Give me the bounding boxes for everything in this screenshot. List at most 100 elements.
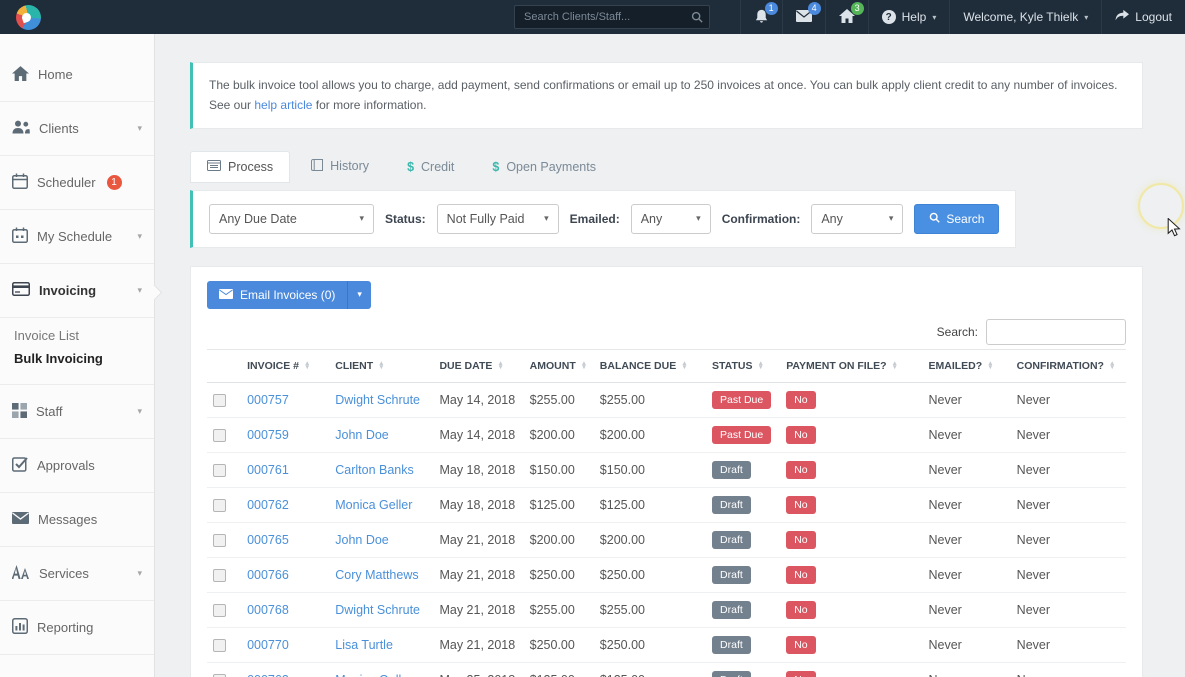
global-search xyxy=(514,5,710,29)
payment-on-file-badge: No xyxy=(786,460,816,479)
row-checkbox[interactable] xyxy=(213,393,226,407)
row-checkbox[interactable] xyxy=(213,428,226,442)
sort-icon[interactable]: ▲ ▼ xyxy=(378,360,384,370)
sidebar-item-home[interactable]: Home xyxy=(0,48,154,102)
row-checkbox[interactable] xyxy=(213,463,226,477)
column-header-confirmation[interactable]: CONFIRMATION? ▲ ▼ xyxy=(1010,349,1126,383)
tab-history[interactable]: History xyxy=(294,150,386,183)
column-header-due-date[interactable]: DUE DATE ▲ ▼ xyxy=(433,349,524,383)
global-search-input[interactable] xyxy=(514,5,710,29)
tab-label: Credit xyxy=(421,159,455,174)
sidebar-item-scheduler[interactable]: Scheduler 1 xyxy=(0,156,154,210)
email-invoices-dropdown-toggle[interactable]: ▾ xyxy=(347,280,371,309)
sidebar-item-invoice-list[interactable]: Invoice List xyxy=(14,324,154,347)
sidebar-item-services[interactable]: Services ▾ xyxy=(0,547,154,601)
sidebar-item-approvals[interactable]: Approvals xyxy=(0,439,154,493)
row-checkbox[interactable] xyxy=(213,568,226,582)
sort-icon[interactable]: ▲ ▼ xyxy=(304,360,310,370)
column-header-label: STATUS xyxy=(712,359,753,372)
help-icon: ? xyxy=(881,10,896,24)
invoice-link[interactable]: 000761 xyxy=(247,463,289,477)
sort-icon[interactable]: ▲ ▼ xyxy=(581,360,587,370)
chevron-down-icon: ▾ xyxy=(888,213,894,224)
client-link[interactable]: John Doe xyxy=(335,533,389,547)
amount-cell: $250.00 xyxy=(523,557,594,593)
row-checkbox[interactable] xyxy=(213,498,226,512)
client-link[interactable]: Dwight Schrute xyxy=(335,603,420,617)
client-link[interactable]: Dwight Schrute xyxy=(335,393,420,407)
column-header-invoice[interactable]: INVOICE # ▲ ▼ xyxy=(241,349,330,383)
column-header-label: BALANCE DUE xyxy=(599,359,677,372)
sort-icon[interactable]: ▲ ▼ xyxy=(892,360,898,370)
sidebar-item-label: Scheduler xyxy=(37,175,96,190)
invoice-link[interactable]: 000770 xyxy=(247,638,289,652)
sidebar-item-staff[interactable]: Staff ▾ xyxy=(0,385,154,439)
app-logo[interactable] xyxy=(16,4,41,30)
sidebar-item-clients[interactable]: Clients ▾ xyxy=(0,102,154,156)
client-link[interactable]: Carlton Banks xyxy=(335,463,414,477)
amount-cell: $255.00 xyxy=(523,592,594,628)
sort-icon[interactable]: ▲ ▼ xyxy=(681,360,687,370)
status-select[interactable]: Not Fully Paid ▾ xyxy=(436,203,559,234)
due-date-selected-value: Any Due Date xyxy=(219,211,297,226)
sort-icon[interactable]: ▲ ▼ xyxy=(757,360,763,370)
sort-icon[interactable]: ▲ ▼ xyxy=(987,360,993,370)
messages-button[interactable]: 4 xyxy=(781,0,825,34)
sidebar-item-reporting[interactable]: Reporting xyxy=(0,601,154,655)
emailed-cell: Never xyxy=(922,382,1011,418)
sort-icon[interactable]: ▲ ▼ xyxy=(1109,360,1115,370)
invoice-link[interactable]: 000759 xyxy=(247,428,289,442)
column-header-label: EMAILED? xyxy=(928,359,983,372)
client-link[interactable]: Monica Geller xyxy=(335,498,412,512)
row-checkbox[interactable] xyxy=(213,533,226,547)
column-header-balance-due[interactable]: BALANCE DUE ▲ ▼ xyxy=(593,349,707,383)
column-header-emailed[interactable]: EMAILED? ▲ ▼ xyxy=(922,349,1011,383)
invoice-link[interactable]: 000762 xyxy=(247,498,289,512)
tab-open-payments[interactable]: $ Open Payments xyxy=(475,151,613,183)
due-date-select[interactable]: Any Due Date ▾ xyxy=(209,203,374,234)
invoice-link[interactable]: 000757 xyxy=(247,393,289,407)
sidebar-item-messages[interactable]: Messages xyxy=(0,493,154,547)
sort-icon[interactable]: ▲ ▼ xyxy=(497,360,503,370)
logout-button[interactable]: Logout xyxy=(1101,0,1185,34)
emailed-select[interactable]: Any ▾ xyxy=(630,203,711,234)
invoice-link[interactable]: 000765 xyxy=(247,533,289,547)
bar-chart-icon xyxy=(12,618,28,637)
client-link[interactable]: Cory Matthews xyxy=(335,568,418,582)
invoice-link[interactable]: 000768 xyxy=(247,603,289,617)
row-checkbox[interactable] xyxy=(213,638,226,652)
user-menu[interactable]: Welcome, Kyle Thielk ▾ xyxy=(949,0,1101,34)
help-menu[interactable]: ? Help ▾ xyxy=(867,0,950,34)
help-article-link[interactable]: help article xyxy=(254,98,312,112)
row-checkbox[interactable] xyxy=(213,603,226,617)
home-shortcut-button[interactable]: 3 xyxy=(824,0,868,34)
search-button[interactable]: Search xyxy=(914,203,1000,234)
tab-process[interactable]: Process xyxy=(190,150,291,183)
confirmation-select[interactable]: Any ▾ xyxy=(811,203,904,234)
notifications-count-badge: 1 xyxy=(764,2,778,15)
sidebar-item-label: Home xyxy=(38,67,73,82)
search-icon[interactable] xyxy=(691,10,703,28)
client-link[interactable]: Lisa Turtle xyxy=(335,638,393,652)
confirmation-cell: Never xyxy=(1010,557,1126,593)
column-header-client[interactable]: CLIENT ▲ ▼ xyxy=(329,349,434,383)
sidebar-item-invoicing[interactable]: Invoicing ▾ xyxy=(0,264,154,318)
sidebar-item-my-schedule[interactable]: My Schedule ▾ xyxy=(0,210,154,264)
column-header-amount[interactable]: AMOUNT ▲ ▼ xyxy=(523,349,594,383)
client-link[interactable]: John Doe xyxy=(335,428,389,442)
table-search-input[interactable] xyxy=(986,318,1126,345)
emailed-cell: Never xyxy=(922,452,1011,488)
invoice-link[interactable]: 000766 xyxy=(247,568,289,582)
email-invoices-button[interactable]: Email Invoices (0) xyxy=(207,280,348,309)
column-header-status[interactable]: STATUS ▲ ▼ xyxy=(706,349,781,383)
payment-on-file-badge: No xyxy=(786,530,816,549)
invoice-link[interactable]: 000763 xyxy=(247,673,289,677)
column-header-payment-on-file[interactable]: PAYMENT ON FILE? ▲ ▼ xyxy=(780,349,923,383)
tab-label: Process xyxy=(228,159,274,174)
sidebar-item-bulk-invoicing[interactable]: Bulk Invoicing xyxy=(14,347,154,370)
payment-on-file-badge: No xyxy=(786,495,816,514)
tab-credit[interactable]: $ Credit xyxy=(390,151,471,183)
notifications-button[interactable]: 1 xyxy=(739,0,782,34)
due-date-cell: May 21, 2018 xyxy=(433,592,524,628)
client-link[interactable]: Monica Geller xyxy=(335,673,412,677)
